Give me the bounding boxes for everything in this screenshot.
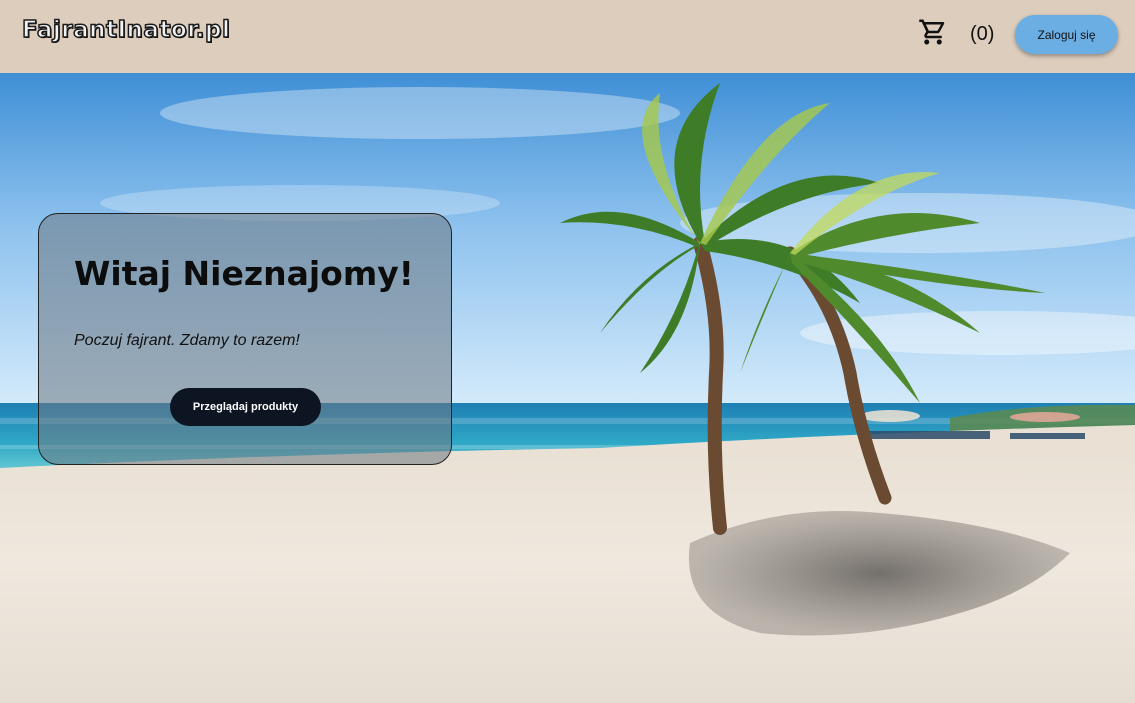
header-bar: FajrantInator.pl (0) Zaloguj się — [0, 0, 1135, 73]
page: FajrantInator.pl (0) Zaloguj się Witaj N… — [0, 0, 1135, 703]
cart-count[interactable]: (0) — [970, 23, 994, 46]
welcome-title: Witaj Nieznajomy! — [74, 254, 414, 293]
welcome-subtitle: Poczuj fajrant. Zdamy to razem! — [74, 332, 300, 349]
site-logo[interactable]: FajrantInator.pl — [21, 16, 230, 44]
browse-products-button[interactable]: Przeglądaj produkty — [170, 388, 321, 426]
welcome-card: Witaj Nieznajomy! Poczuj fajrant. Zdamy … — [38, 213, 452, 465]
login-button[interactable]: Zaloguj się — [1015, 15, 1118, 54]
shopping-cart-icon[interactable] — [918, 17, 948, 47]
